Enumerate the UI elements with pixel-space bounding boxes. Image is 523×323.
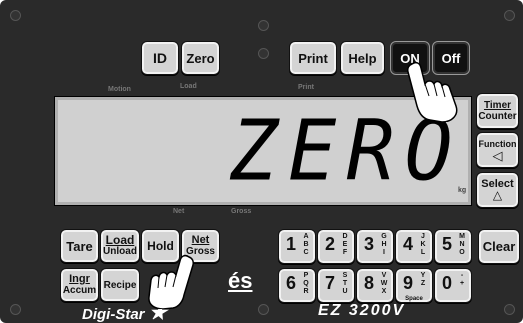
key-0[interactable]: 0 - + <box>434 268 472 303</box>
scale-indicator-panel: ID Zero Print Help ON Off Motion Load Pr… <box>0 0 523 323</box>
key-digit: 9 <box>403 273 414 293</box>
timer-counter-button[interactable]: Timer Counter <box>476 93 519 129</box>
key-letters: P Q R <box>303 272 309 295</box>
key-digit: 6 <box>286 273 297 293</box>
timer-label: Timer <box>483 100 512 111</box>
id-button[interactable]: ID <box>141 41 179 75</box>
key-letters: A B C <box>303 233 309 256</box>
key-letters: Y Z <box>420 272 426 287</box>
counter-label: Counter <box>478 111 517 122</box>
motion-indicator-label: Motion <box>108 86 131 93</box>
key-letters: - + <box>459 272 465 287</box>
key-9[interactable]: 9Y Z Space <box>395 268 433 303</box>
net-label: Net <box>191 234 210 246</box>
pointing-hand-icon <box>148 254 194 309</box>
key-6[interactable]: 6 P Q R <box>278 268 316 303</box>
key-8[interactable]: 8 V W X <box>356 268 394 303</box>
key-digit: 1 <box>286 234 297 254</box>
key-3[interactable]: 3 G H I <box>356 229 394 264</box>
unload-label: Unload <box>103 246 137 257</box>
key-digit: 2 <box>325 234 336 254</box>
key-digit: 4 <box>403 234 414 254</box>
key-letters: V W X <box>380 272 388 295</box>
key-digit: 8 <box>364 273 375 293</box>
key-digit: 3 <box>364 234 375 254</box>
key-digit: 7 <box>325 273 336 293</box>
screw <box>258 20 269 31</box>
key-2[interactable]: 2 D E F <box>317 229 355 264</box>
ingr-accum-button[interactable]: Ingr Accum <box>60 268 99 302</box>
key-letters: D E F <box>342 233 348 256</box>
help-button[interactable]: Help <box>340 41 385 75</box>
gross-indicator-label: Gross <box>231 208 252 215</box>
tare-button[interactable]: Tare <box>60 229 99 263</box>
function-button[interactable]: Function ◁ <box>476 132 519 168</box>
key-4[interactable]: 4 J K L <box>395 229 433 264</box>
accum-label: Accum <box>62 285 97 296</box>
select-button[interactable]: Select △ <box>476 172 519 208</box>
load-indicator-label: Load <box>180 83 197 90</box>
key-letters: S T U <box>342 272 348 295</box>
connector-text: és <box>228 268 253 293</box>
print-indicator-label: Print <box>298 84 314 91</box>
key-digit: 0 <box>442 273 453 293</box>
key-letters: J K L <box>420 233 426 256</box>
pointing-hand-icon <box>407 61 458 122</box>
key-7[interactable]: 7 S T U <box>317 268 355 303</box>
up-arrow-icon: △ <box>492 188 503 202</box>
key-1[interactable]: 1 A B C <box>278 229 316 264</box>
zero-button[interactable]: Zero <box>181 41 220 75</box>
key-letters: G H I <box>381 233 387 256</box>
key-digit: 5 <box>442 234 453 254</box>
screw <box>10 10 21 21</box>
ingr-label: Ingr <box>69 273 90 285</box>
key-letters: M N O <box>459 233 465 256</box>
load-unload-button[interactable]: Load Unload <box>100 229 140 263</box>
clear-button[interactable]: Clear <box>478 229 520 264</box>
load-label: Load <box>105 233 135 247</box>
screw <box>258 48 269 59</box>
kg-unit-label: kg <box>458 187 467 194</box>
brand-name: Digi-Star <box>82 306 145 323</box>
model-label: EZ 3200V <box>318 302 406 319</box>
screw <box>10 304 21 315</box>
print-button[interactable]: Print <box>289 41 337 75</box>
screw <box>504 304 515 315</box>
net-indicator-label: Net <box>173 208 185 215</box>
screw <box>258 304 269 315</box>
screw <box>504 10 515 21</box>
left-arrow-icon: ◁ <box>492 148 503 163</box>
key-5[interactable]: 5 M N O <box>434 229 472 264</box>
recipe-button[interactable]: Recipe <box>100 268 140 302</box>
